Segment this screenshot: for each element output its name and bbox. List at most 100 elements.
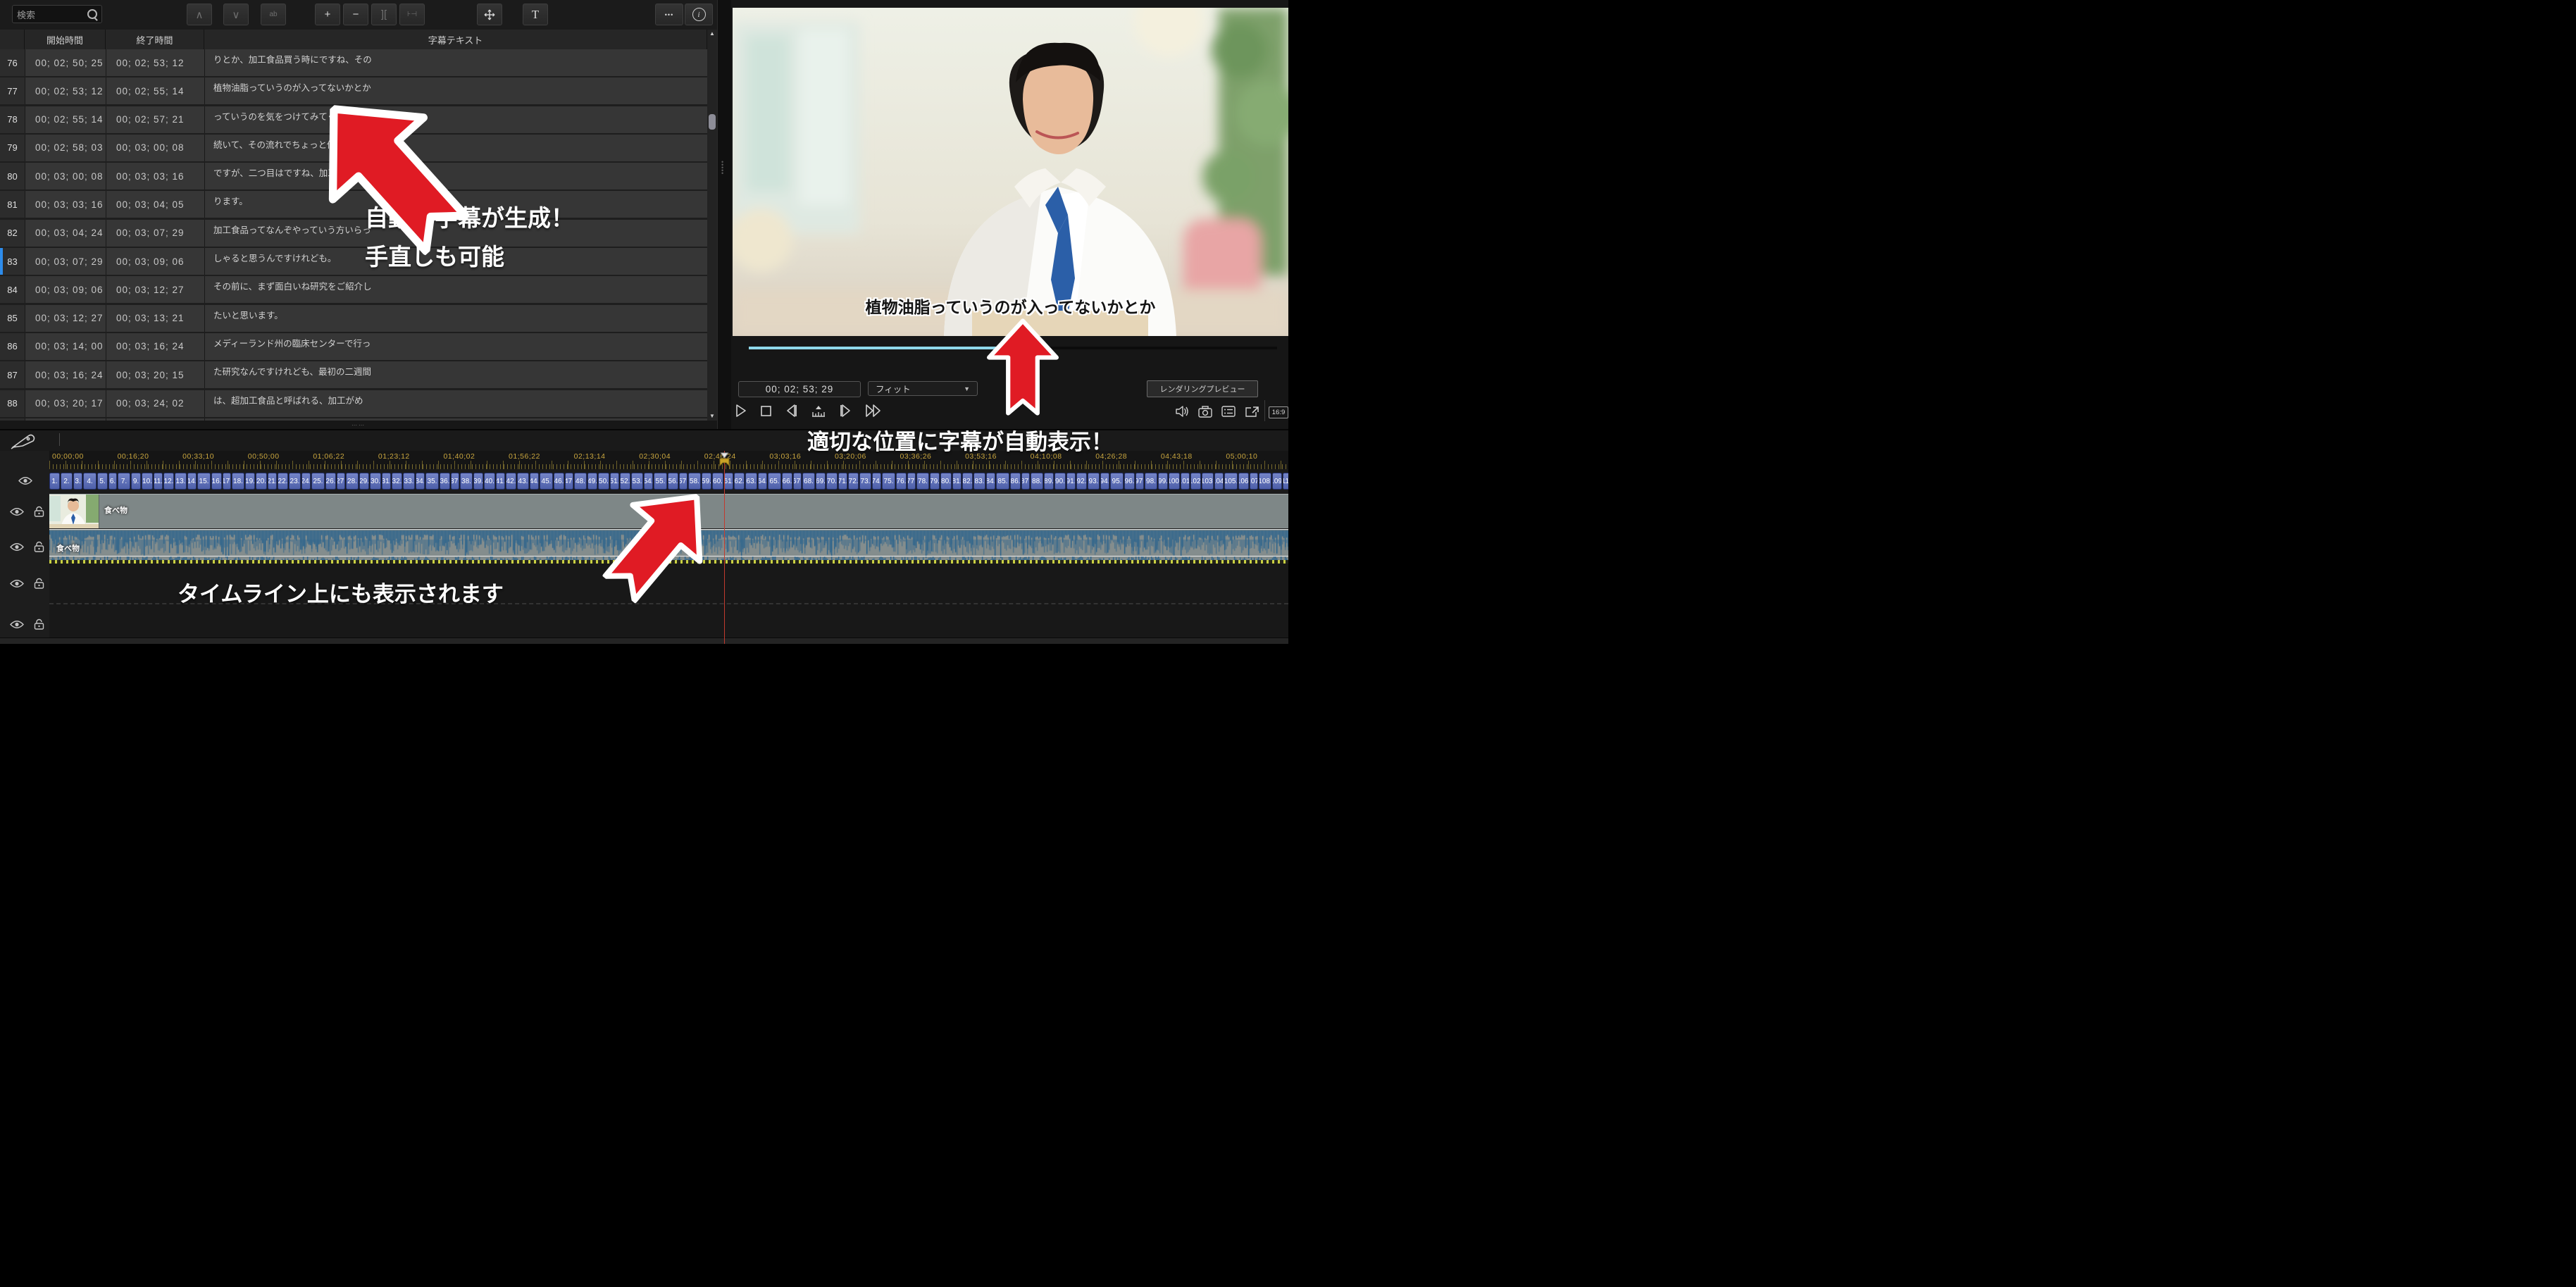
panel-resize-handle[interactable]: ⋯⋯: [0, 421, 717, 429]
timeline-caption-block[interactable]: 32.: [392, 473, 402, 490]
timeline-caption-block[interactable]: 69.: [816, 473, 826, 490]
timeline-caption-block[interactable]: 52.: [620, 473, 630, 490]
caption-start-time[interactable]: 00; 03; 16; 24: [25, 361, 106, 388]
caption-start-time[interactable]: 00; 03; 20; 17: [25, 390, 106, 417]
play-button[interactable]: [735, 404, 747, 418]
timeline-caption-block[interactable]: 42.: [506, 473, 516, 490]
timeline-caption-block[interactable]: 64.: [758, 473, 767, 490]
render-preview-button[interactable]: レンダリングプレビュー: [1147, 380, 1258, 397]
timeline-caption-block[interactable]: 110.: [1283, 473, 1288, 490]
caption-start-time[interactable]: 00; 03; 12; 27: [25, 305, 106, 332]
next-caption-button[interactable]: ∨: [223, 4, 249, 25]
search-input[interactable]: 検索: [12, 5, 102, 23]
timeline-caption-block[interactable]: 62.: [734, 473, 745, 490]
timeline-caption-block[interactable]: 23.: [289, 473, 301, 490]
timeline-caption-block[interactable]: 97.: [1135, 473, 1144, 490]
timeline-caption-block[interactable]: 5.: [97, 473, 108, 490]
divider-grip-icon[interactable]: •••••: [721, 161, 726, 182]
timeline-caption-block[interactable]: 96.: [1124, 473, 1135, 490]
timeline-caption-block[interactable]: 10.: [142, 473, 153, 490]
add-marker-button[interactable]: [811, 404, 826, 418]
timeline-caption-block[interactable]: 36.: [440, 473, 450, 490]
track-lock-icon[interactable]: [34, 541, 44, 552]
caption-start-time[interactable]: 00; 02; 50; 25: [25, 49, 106, 76]
timeline-caption-block[interactable]: 15.: [197, 473, 211, 490]
add-caption-button[interactable]: +: [315, 4, 340, 25]
caption-text[interactable]: た研究なんですけれども、最初の二週間: [204, 361, 707, 388]
timeline-caption-block[interactable]: 40.: [484, 473, 495, 490]
panel-divider[interactable]: [717, 0, 733, 429]
timeline-caption-block[interactable]: 73.: [859, 473, 871, 490]
caption-end-time[interactable]: 00; 03; 16; 24: [106, 333, 204, 360]
timeline-caption-block[interactable]: 21.: [268, 473, 277, 490]
timeline-caption-block[interactable]: 30.: [370, 473, 381, 490]
caption-start-time[interactable]: 00; 03; 07; 29: [25, 248, 106, 275]
track-visibility-icon[interactable]: [10, 507, 24, 516]
timeline-caption-block[interactable]: 20.: [256, 473, 267, 490]
timeline-caption-block[interactable]: 9.: [131, 473, 141, 490]
timeline-caption-block[interactable]: 99.: [1158, 473, 1168, 490]
timeline-caption-block[interactable]: 50.: [598, 473, 609, 490]
timeline-caption-block[interactable]: 89.: [1044, 473, 1054, 490]
timeline-caption-block[interactable]: 77.: [907, 473, 916, 490]
caption-row[interactable]: 84 00; 03; 09; 06 00; 03; 12; 27 その前に、まず…: [0, 276, 707, 303]
playhead-marker[interactable]: [718, 452, 730, 472]
timeline-caption-block[interactable]: 6.: [108, 473, 117, 490]
timeline-caption-block[interactable]: 65.: [768, 473, 781, 490]
prev-caption-button[interactable]: ∧: [187, 4, 212, 25]
timeline-caption-block[interactable]: 28.: [346, 473, 359, 490]
timeline-caption-block[interactable]: 39.: [473, 473, 483, 490]
timeline-caption-block[interactable]: 25.: [311, 473, 325, 490]
caption-text[interactable]: メディーランド州の臨床センターで行っ: [204, 333, 707, 360]
snapshot-icon[interactable]: [1198, 406, 1212, 418]
caption-start-time[interactable]: 00; 03; 00; 08: [25, 163, 106, 189]
timeline-caption-block[interactable]: 85.: [996, 473, 1009, 490]
timeline-caption-block[interactable]: 16.: [211, 473, 222, 490]
text-style-button[interactable]: T: [523, 4, 548, 25]
timeline-caption-block[interactable]: 105.: [1224, 473, 1238, 490]
scroll-up-icon[interactable]: ▲: [707, 30, 717, 38]
timeline-caption-block[interactable]: 37.: [451, 473, 459, 490]
caption-start-time[interactable]: 00; 03; 04; 24: [25, 220, 106, 247]
timeline-caption-block[interactable]: 4.: [83, 473, 97, 490]
more-options-button[interactable]: •••: [655, 4, 683, 25]
timeline-caption-block[interactable]: 61.: [724, 473, 733, 490]
timeline-caption-block[interactable]: 93.: [1088, 473, 1100, 490]
timeline-caption-block[interactable]: 92.: [1076, 473, 1087, 490]
timeline-caption-block[interactable]: 48.: [574, 473, 587, 490]
timeline-caption-block[interactable]: 107.: [1250, 473, 1258, 490]
track-lock-icon[interactable]: [34, 506, 44, 517]
settings-list-icon[interactable]: [1221, 406, 1236, 417]
timeline-caption-block[interactable]: 38.: [460, 473, 473, 490]
current-timecode[interactable]: 00; 02; 53; 29: [738, 381, 861, 397]
track-visibility-icon[interactable]: [18, 476, 32, 485]
caption-row[interactable]: 87 00; 03; 16; 24 00; 03; 20; 15 た研究なんです…: [0, 361, 707, 388]
timeline-caption-block[interactable]: 101.: [1181, 473, 1190, 490]
timeline-caption-block[interactable]: 33.: [403, 473, 415, 490]
timeline-caption-block[interactable]: 22.: [278, 473, 288, 490]
timeline-caption-block[interactable]: 13.: [175, 473, 187, 490]
timeline-caption-block[interactable]: 108.: [1259, 473, 1271, 490]
timeline-caption-block[interactable]: 59.: [702, 473, 711, 490]
timeline-caption-block[interactable]: 75.: [882, 473, 895, 490]
timeline-caption-block[interactable]: 31.: [382, 473, 391, 490]
timeline-caption-block[interactable]: 78.: [916, 473, 929, 490]
timeline-caption-block[interactable]: 71.: [838, 473, 847, 490]
caption-end-time[interactable]: 00; 03; 13; 21: [106, 305, 204, 332]
video-preview[interactable]: 植物油脂っていうのが入ってないかとか: [733, 8, 1288, 336]
caption-start-time[interactable]: 00; 03; 14; 00: [25, 333, 106, 360]
timeline-caption-block[interactable]: 79.: [930, 473, 940, 490]
timeline-caption-block[interactable]: 26.: [325, 473, 336, 490]
timeline-caption-block[interactable]: 46.: [554, 473, 564, 490]
timeline-caption-block[interactable]: 100.: [1169, 473, 1180, 490]
timeline-caption-block[interactable]: 104.: [1214, 473, 1224, 490]
track-lock-icon[interactable]: [34, 578, 44, 589]
scrollbar-thumb[interactable]: [709, 114, 716, 130]
timeline-caption-block[interactable]: 29.: [359, 473, 369, 490]
playhead-line[interactable]: [724, 451, 725, 644]
zoom-level-select[interactable]: フィット ▼: [868, 381, 978, 396]
timeline-caption-block[interactable]: 19.: [245, 473, 255, 490]
timeline-caption-block[interactable]: 18.: [232, 473, 244, 490]
track-lock-icon[interactable]: [34, 618, 44, 630]
timeline-caption-block[interactable]: 7.: [118, 473, 130, 490]
